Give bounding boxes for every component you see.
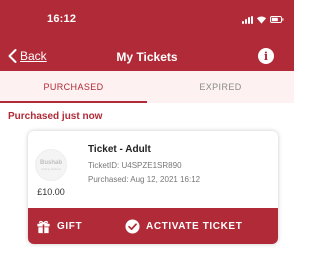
nav-bar: Back My Tickets i: [0, 40, 294, 71]
gift-button[interactable]: GIFT: [36, 208, 82, 244]
ticket-body: Bushab Uniting Nations £10.00 Ticket - A…: [28, 131, 278, 208]
tab-purchased[interactable]: PURCHASED: [0, 71, 147, 103]
ticket-purchase-date: Purchased: Aug 12, 2021 16:12: [88, 175, 201, 184]
activate-ticket-label: ACTIVATE TICKET: [146, 220, 243, 232]
brand-logo: Bushab Uniting Nations: [35, 149, 67, 181]
gift-icon: [37, 220, 50, 233]
ticket-card[interactable]: Bushab Uniting Nations £10.00 Ticket - A…: [28, 131, 278, 244]
gift-label: GIFT: [57, 220, 83, 232]
brand-logo-name: Bushab: [39, 159, 62, 166]
activate-ticket-button[interactable]: ACTIVATE TICKET: [125, 208, 242, 244]
info-icon[interactable]: i: [258, 48, 274, 64]
ticket-name: Ticket - Adult: [88, 144, 151, 155]
app-header: 16:12 Back My Tickets i: [0, 0, 294, 71]
ticket-id: TicketID: U4SPZE1SR890: [88, 161, 182, 170]
ticket-price: £10.00: [37, 187, 65, 197]
status-bar: 16:12: [0, 0, 294, 40]
brand-logo-subtitle: Uniting Nations: [40, 166, 62, 171]
battery-icon: [270, 16, 284, 23]
tab-expired[interactable]: EXPIRED: [147, 71, 294, 103]
page-title: My Tickets: [116, 50, 178, 64]
wifi-icon: [256, 16, 267, 24]
ticket-actions: GIFT ACTIVATE TICKET: [28, 208, 278, 244]
ticket-tabs: PURCHASED EXPIRED: [0, 71, 294, 103]
section-title: Purchased just now: [8, 111, 103, 122]
check-circle-icon: [125, 218, 140, 234]
status-icons: [242, 16, 288, 24]
status-time: 16:12: [47, 13, 77, 25]
